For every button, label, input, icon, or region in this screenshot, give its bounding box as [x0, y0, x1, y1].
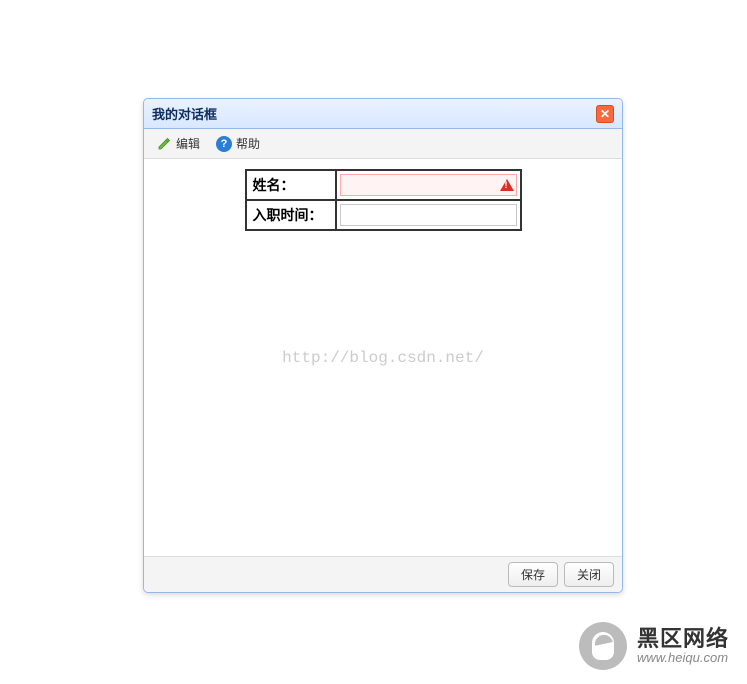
brand-url: www.heiqu.com [637, 651, 729, 665]
hire-date-label: 入职时间： [246, 200, 336, 230]
dialog-title: 我的对话框 [152, 104, 217, 123]
hire-date-input[interactable] [340, 204, 517, 226]
dialog-body: 姓名： 入职时间： http://blog.csdn.net/ [144, 159, 622, 556]
watermark-text: http://blog.csdn.net/ [282, 349, 484, 367]
edit-button[interactable]: 编辑 [150, 133, 206, 154]
close-icon[interactable]: ✕ [596, 105, 614, 123]
pencil-icon [156, 136, 172, 152]
help-button[interactable]: ? 帮助 [210, 133, 266, 154]
help-icon: ? [216, 136, 232, 152]
name-input[interactable] [340, 174, 517, 196]
help-label: 帮助 [236, 135, 260, 152]
form-table: 姓名： 入职时间： [245, 169, 522, 231]
dialog-window: 我的对话框 ✕ 编辑 ? 帮助 姓名： [143, 98, 623, 593]
dialog-header[interactable]: 我的对话框 ✕ [144, 99, 622, 129]
dialog-footer: 保存 关闭 [144, 556, 622, 592]
warning-icon [500, 179, 514, 191]
save-button[interactable]: 保存 [508, 562, 558, 587]
toolbar: 编辑 ? 帮助 [144, 129, 622, 159]
name-label: 姓名： [246, 170, 336, 200]
edit-label: 编辑 [176, 135, 200, 152]
brand-title: 黑区网络 [637, 627, 729, 651]
brand-text: 黑区网络 www.heiqu.com [637, 627, 729, 665]
brand-badge: 黑区网络 www.heiqu.com [579, 622, 729, 670]
close-button[interactable]: 关闭 [564, 562, 614, 587]
brand-logo-icon [579, 622, 627, 670]
